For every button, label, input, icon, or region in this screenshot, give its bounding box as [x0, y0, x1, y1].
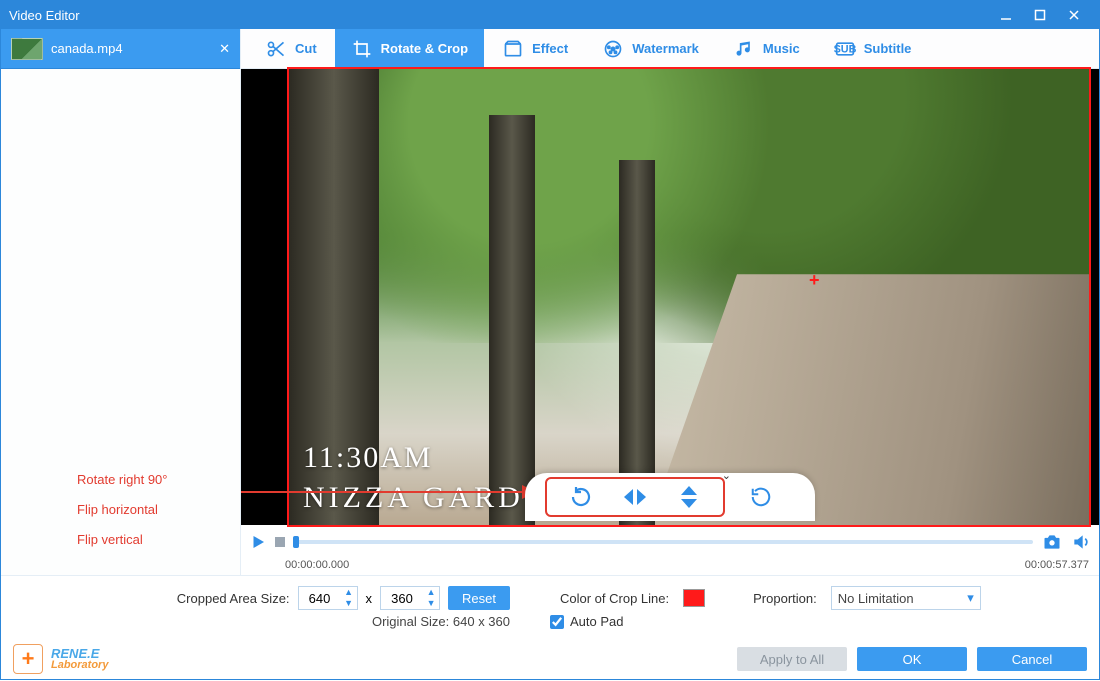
ok-button[interactable]: OK [857, 647, 967, 671]
seek-knob[interactable] [293, 536, 299, 548]
annotation-flip-horizontal: Flip horizontal [77, 495, 240, 525]
time-total: 00:00:57.377 [1025, 559, 1089, 571]
annotation-flip-vertical: Flip vertical [77, 525, 240, 555]
title-bar: Video Editor [1, 1, 1099, 29]
tab-cut[interactable]: Cut [249, 29, 333, 68]
crop-icon [351, 38, 373, 60]
play-button[interactable] [249, 533, 267, 551]
chevron-down-icon[interactable]: ⌄ [722, 469, 731, 482]
flip-vertical-button[interactable] [675, 483, 703, 511]
time-current: 00:00:00.000 [285, 559, 349, 571]
proportion-select[interactable]: No Limitation ▾ [831, 586, 981, 610]
cropped-size-label: Cropped Area Size: [177, 591, 290, 606]
editor-tabs: Cut Rotate & Crop Effect Watermark Music… [241, 29, 1099, 69]
video-preview[interactable]: 11:30AM NIZZA GARD + ⌄ [241, 69, 1099, 525]
crop-width-input[interactable]: ▲▼ [298, 586, 358, 610]
file-close-icon[interactable]: ✕ [219, 41, 230, 57]
minimize-button[interactable] [989, 1, 1023, 29]
rotate-flip-toolbar: ⌄ [525, 473, 815, 521]
annotation-rotate: Rotate right 90° [77, 465, 240, 495]
rotate-right-button[interactable] [567, 483, 595, 511]
cancel-button[interactable]: Cancel [977, 647, 1087, 671]
playback-bar [241, 525, 1099, 559]
watermark-icon [602, 38, 624, 60]
scissors-icon [265, 38, 287, 60]
spin-up-icon[interactable]: ▲ [341, 587, 357, 598]
spin-down-icon[interactable]: ▼ [423, 598, 439, 609]
apply-to-all-button[interactable]: Apply to All [737, 647, 847, 671]
proportion-label: Proportion: [753, 591, 817, 606]
file-sidebar: canada.mp4 ✕ Rotate right 90° Flip horiz… [1, 29, 241, 575]
svg-text:SUB: SUB [834, 43, 856, 55]
reset-crop-button[interactable]: Reset [448, 586, 510, 610]
autopad-checkbox[interactable] [550, 615, 564, 629]
music-icon [733, 38, 755, 60]
reset-rotation-button[interactable] [747, 483, 775, 511]
file-thumbnail [11, 38, 43, 60]
original-size-label: Original Size: 640 x 360 [372, 614, 510, 629]
overlay-time: 11:30AM [303, 441, 433, 475]
logo-icon [13, 644, 43, 674]
tab-music[interactable]: Music [717, 29, 816, 68]
stop-button[interactable] [275, 537, 285, 547]
file-name: canada.mp4 [51, 41, 123, 56]
annotation-arrow [241, 491, 541, 493]
window-title: Video Editor [9, 8, 80, 23]
file-tab[interactable]: canada.mp4 ✕ [1, 29, 240, 69]
crop-center-icon: + [809, 270, 820, 291]
volume-button[interactable] [1071, 532, 1091, 552]
crop-frame[interactable]: 11:30AM NIZZA GARD + [289, 69, 1089, 525]
overlay-place: NIZZA GARD [303, 481, 524, 515]
autopad-label: Auto Pad [570, 614, 624, 629]
maximize-button[interactable] [1023, 1, 1057, 29]
spin-down-icon[interactable]: ▼ [341, 598, 357, 609]
snapshot-button[interactable] [1041, 532, 1063, 552]
tab-effect[interactable]: Effect [486, 29, 584, 68]
size-separator: x [366, 591, 373, 606]
tab-rotate-crop[interactable]: Rotate & Crop [335, 29, 484, 68]
flip-horizontal-button[interactable] [621, 483, 649, 511]
tab-subtitle[interactable]: SUB Subtitle [818, 29, 928, 68]
crop-color-label: Color of Crop Line: [560, 591, 669, 606]
help-annotations: Rotate right 90° Flip horizontal Flip ve… [1, 465, 240, 575]
brand-logo: RENE.ELaboratory [13, 644, 108, 674]
chevron-down-icon: ▾ [967, 590, 974, 606]
crop-color-swatch[interactable] [683, 589, 705, 607]
tab-watermark[interactable]: Watermark [586, 29, 715, 68]
effect-icon [502, 38, 524, 60]
crop-height-input[interactable]: ▲▼ [380, 586, 440, 610]
spin-up-icon[interactable]: ▲ [423, 587, 439, 598]
close-button[interactable] [1057, 1, 1091, 29]
subtitle-icon: SUB [834, 38, 856, 60]
seek-track[interactable] [293, 540, 1033, 544]
